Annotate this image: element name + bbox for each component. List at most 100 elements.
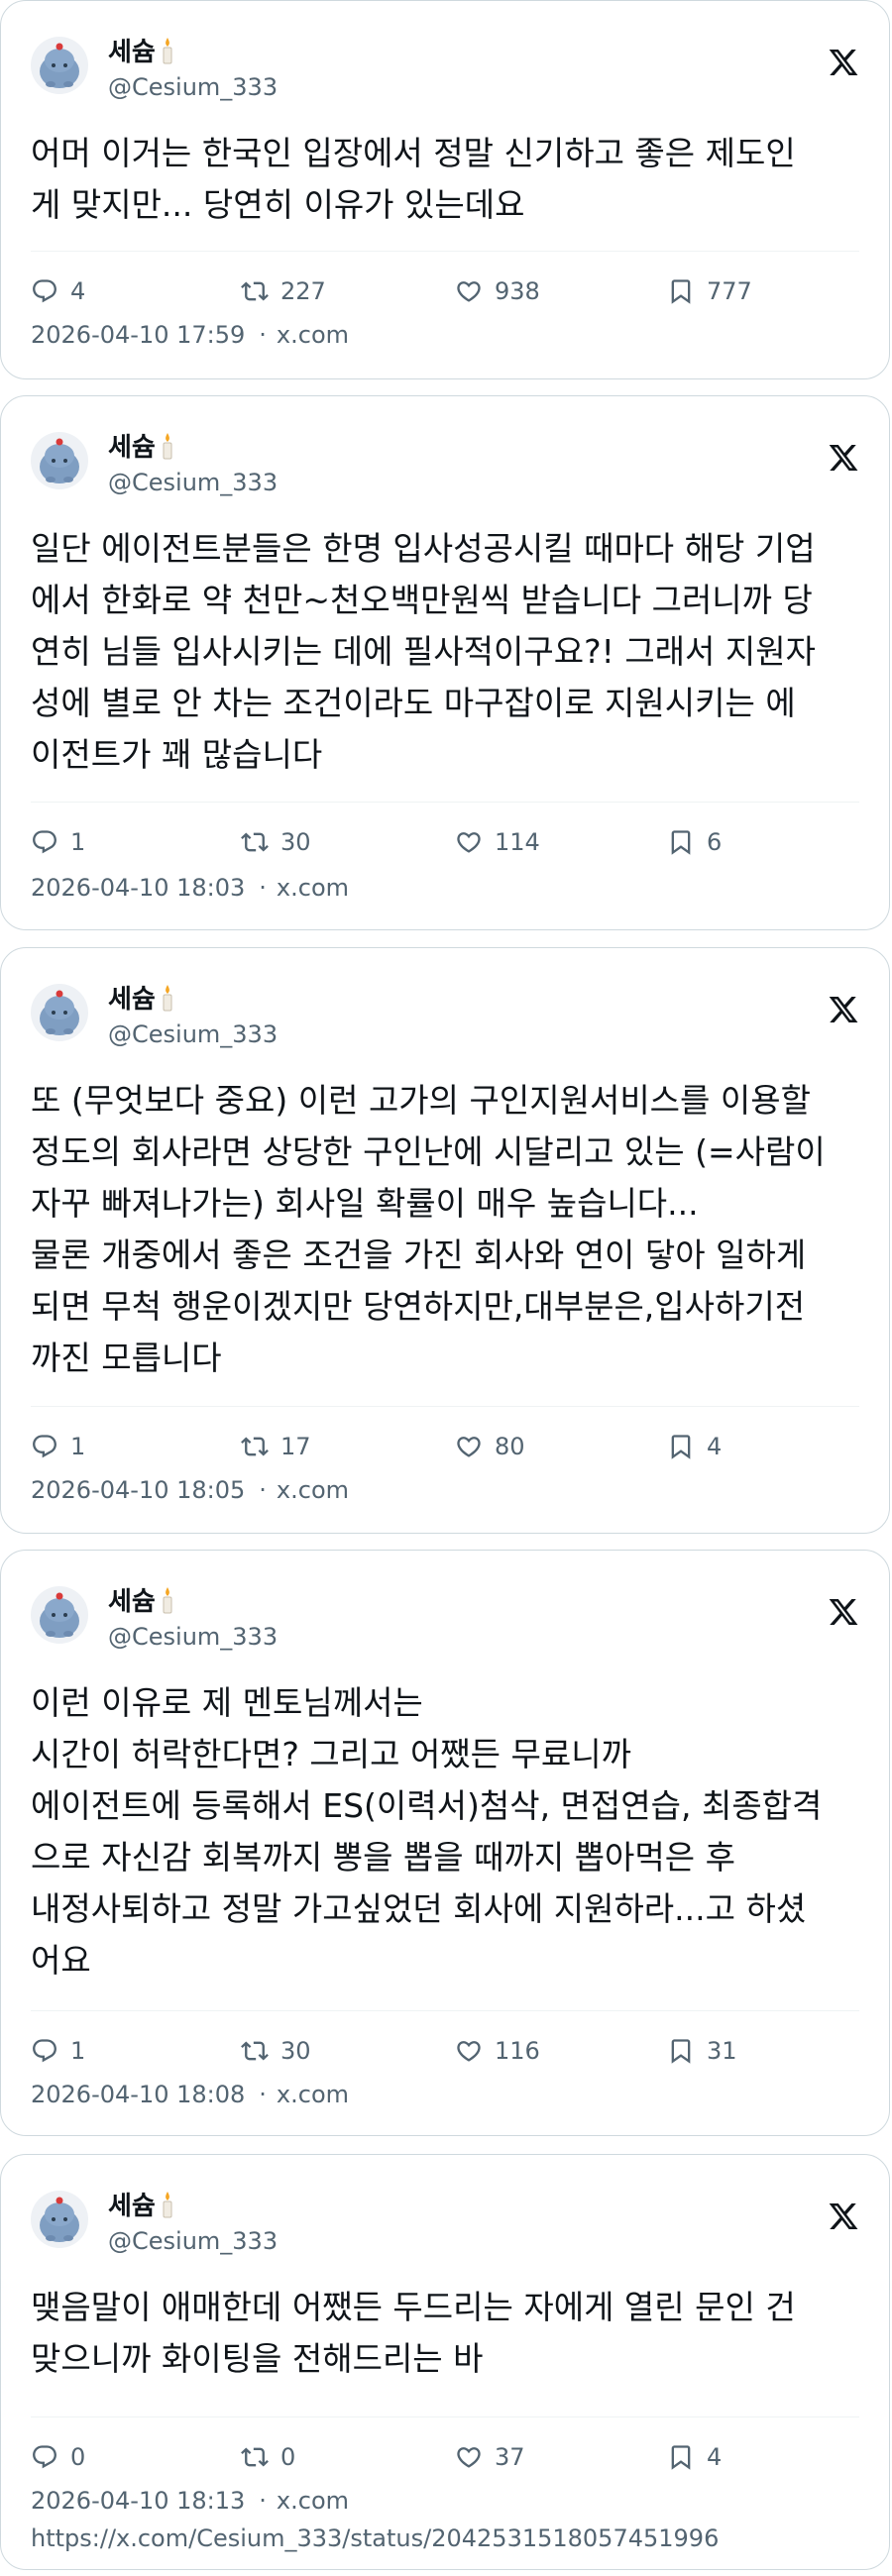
tweet-card-4[interactable]: 세슘 @Cesium_333 이런 이유로 제 멘토님께서는 시간이 허락한다면…	[0, 1550, 890, 2136]
display-name[interactable]: 세슘	[108, 1586, 175, 1618]
source-link[interactable]: x.com	[277, 2081, 349, 2108]
username[interactable]: @Cesium_333	[108, 1622, 278, 1652]
reply-button[interactable]: 1	[31, 2031, 85, 2071]
avatar-character-icon	[31, 432, 88, 489]
source-link[interactable]: x.com	[277, 321, 349, 349]
reply-icon	[33, 2039, 56, 2063]
bookmark-icon	[671, 279, 691, 304]
x-logo-icon[interactable]	[828, 2200, 859, 2232]
retweet-count: 30	[280, 828, 311, 856]
avatar[interactable]	[31, 1586, 88, 1644]
tweet-text: 어머 이거는 한국인 입장에서 정말 신기하고 좋은 제도인 게 맞지만... …	[31, 134, 796, 224]
display-name-text: 세슘	[108, 2192, 156, 2221]
like-button[interactable]: 37	[455, 2437, 525, 2477]
retweet-icon	[241, 2041, 269, 2061]
username[interactable]: @Cesium_333	[108, 1020, 278, 1049]
tweet-card-2[interactable]: 세슘 @Cesium_333 일단 에이전트분들은 한명 입사성공시킬 때마다 …	[0, 395, 890, 930]
bookmark-button[interactable]: 6	[667, 822, 722, 862]
bookmark-icon	[671, 2039, 691, 2064]
x-logo-icon[interactable]	[828, 442, 859, 474]
bookmark-button[interactable]: 777	[667, 271, 752, 311]
like-button[interactable]: 116	[455, 2031, 540, 2071]
tweet-card-1[interactable]: 세슘 @Cesium_333 어머 이거는 한국인 입장에서 정말 신기하고 좋…	[0, 0, 890, 379]
source-link[interactable]: x.com	[277, 874, 349, 902]
bookmark-button[interactable]: 4	[667, 2437, 722, 2477]
x-logo-icon[interactable]	[828, 1596, 859, 1628]
display-name[interactable]: 세슘	[108, 37, 175, 68]
username[interactable]: @Cesium_333	[108, 468, 278, 497]
avatar[interactable]	[31, 37, 88, 94]
reply-button[interactable]: 1	[31, 822, 85, 862]
like-button[interactable]: 938	[455, 271, 540, 311]
retweet-count: 0	[280, 2443, 296, 2471]
like-count: 116	[495, 2037, 540, 2065]
avatar-character-icon	[31, 984, 88, 1041]
action-bar: 1 17 80 4	[31, 1406, 859, 1474]
display-name[interactable]: 세슘	[108, 984, 175, 1016]
bookmark-button[interactable]: 31	[667, 2031, 737, 2071]
reply-icon	[33, 1435, 56, 1458]
timestamp[interactable]: 2026-04-10 18:03	[31, 874, 245, 902]
retweet-button[interactable]: 17	[241, 1427, 311, 1466]
tweet-meta: 2026-04-10 18:03 · x.com	[31, 873, 349, 903]
heart-icon	[457, 2041, 481, 2062]
like-button[interactable]: 80	[455, 1427, 525, 1466]
username[interactable]: @Cesium_333	[108, 2226, 278, 2256]
source-link[interactable]: x.com	[277, 2487, 349, 2515]
like-button[interactable]: 114	[455, 822, 540, 862]
source-link[interactable]: x.com	[277, 1476, 349, 1504]
bookmark-button[interactable]: 4	[667, 1427, 722, 1466]
retweet-button[interactable]: 227	[241, 271, 326, 311]
bookmark-icon	[671, 830, 691, 855]
display-name[interactable]: 세슘	[108, 2191, 175, 2222]
tweet-card-5[interactable]: 세슘 @Cesium_333 맺음말이 애매한데 어쨌든 두드리는 자에게 열린…	[0, 2154, 890, 2570]
tweet-card-3[interactable]: 세슘 @Cesium_333 또 (무엇보다 중요) 이런 고가의 구인지원서비…	[0, 947, 890, 1534]
retweet-icon	[241, 832, 269, 852]
x-logo-icon[interactable]	[828, 47, 859, 78]
meta-separator: ·	[259, 874, 267, 902]
timestamp[interactable]: 2026-04-10 18:08	[31, 2081, 245, 2108]
retweet-button[interactable]: 0	[241, 2437, 295, 2477]
avatar[interactable]	[31, 432, 88, 489]
display-name[interactable]: 세슘	[108, 432, 175, 464]
display-name-text: 세슘	[108, 38, 156, 67]
meta-separator: ·	[259, 1476, 267, 1504]
candle-icon	[163, 433, 172, 460]
timestamp[interactable]: 2026-04-10 18:13	[31, 2487, 245, 2515]
avatar-character-icon	[31, 2191, 88, 2248]
reply-button[interactable]: 1	[31, 1427, 85, 1466]
retweet-button[interactable]: 30	[241, 2031, 311, 2071]
status-url[interactable]: https://x.com/Cesium_333/status/20425315…	[31, 2523, 719, 2553]
tweet-meta: 2026-04-10 17:59 · x.com	[31, 320, 349, 350]
retweet-count: 30	[280, 2037, 311, 2065]
candle-icon	[163, 1587, 172, 1614]
reply-count: 1	[70, 2037, 86, 2065]
retweet-button[interactable]: 30	[241, 822, 311, 862]
like-count: 37	[495, 2443, 525, 2471]
retweet-icon	[241, 281, 269, 301]
tweet-text: 또 (무엇보다 중요) 이런 고가의 구인지원서비스를 이용할 정도의 회사라면…	[31, 1081, 826, 1377]
retweet-count: 227	[280, 277, 326, 305]
action-bar: 1 30 114 6	[31, 802, 859, 870]
heart-icon	[457, 832, 481, 853]
like-count: 938	[495, 277, 540, 305]
candle-icon	[163, 38, 172, 64]
display-name-text: 세슘	[108, 1587, 156, 1617]
display-name-text: 세슘	[108, 433, 156, 463]
reply-button[interactable]: 0	[31, 2437, 85, 2477]
retweet-count: 17	[280, 1433, 311, 1460]
tweet-meta: 2026-04-10 18:08 · x.com	[31, 2080, 349, 2109]
timestamp[interactable]: 2026-04-10 17:59	[31, 321, 245, 349]
username[interactable]: @Cesium_333	[108, 72, 278, 102]
avatar[interactable]	[31, 2191, 88, 2248]
x-logo-icon[interactable]	[828, 994, 859, 1025]
reply-count: 0	[70, 2443, 86, 2471]
reply-icon	[33, 830, 56, 854]
reply-button[interactable]: 4	[31, 271, 85, 311]
retweet-icon	[241, 2447, 269, 2467]
timestamp[interactable]: 2026-04-10 18:05	[31, 1476, 245, 1504]
tweet-text: 맺음말이 애매한데 어쨌든 두드리는 자에게 열린 문인 건 맞으니까 화이팅을…	[31, 2288, 796, 2378]
avatar[interactable]	[31, 984, 88, 1041]
bookmark-icon	[671, 1435, 691, 1459]
heart-icon	[457, 281, 481, 302]
